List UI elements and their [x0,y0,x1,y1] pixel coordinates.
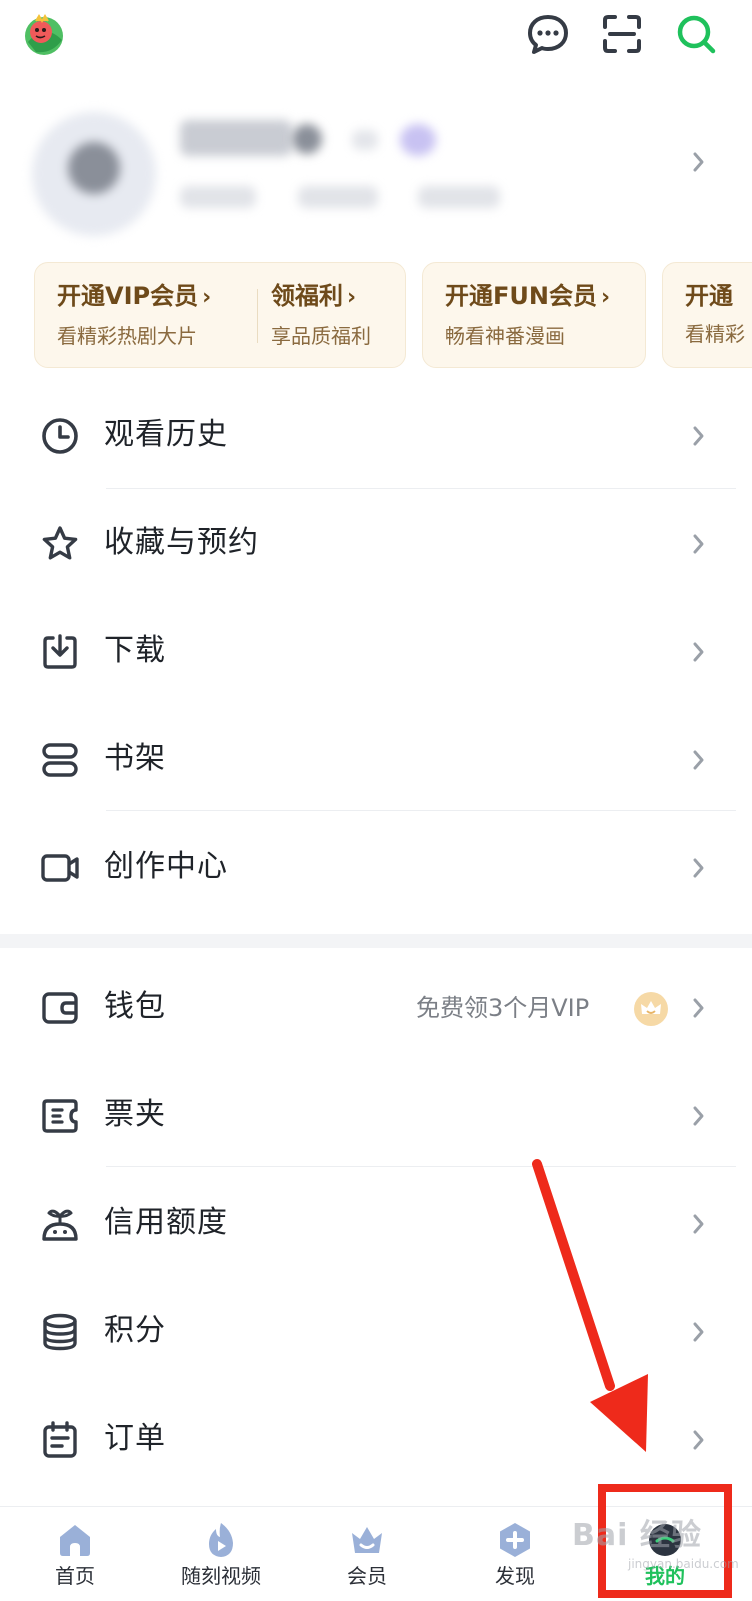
plus-icon [496,1521,534,1559]
nav-tab-vip[interactable]: 会员 [292,1507,442,1601]
stat-blurred-2 [298,186,378,208]
stat-blurred-3 [418,186,500,208]
chevron-right-icon [692,746,706,774]
chevron-right-icon [692,1210,706,1238]
annotation-highlight-box [598,1484,732,1598]
star-icon [40,524,80,564]
credit-icon [40,1204,80,1244]
menu-label-bookshelf: 书架 [104,741,166,776]
menu-label-creator: 创作中心 [104,849,228,884]
chevron-right-icon [692,422,706,450]
clock-icon [40,416,80,456]
app-logo[interactable] [22,12,66,56]
profile-chevron-icon [692,148,706,180]
chevron-right-icon: › [600,285,611,310]
menu-item-orders[interactable]: 订单 [0,1386,752,1494]
menu-item-creator[interactable]: 创作中心 [0,814,752,922]
menu-item-history[interactable]: 观看历史 [0,382,752,490]
chevron-right-icon [692,994,706,1022]
chevron-right-icon [692,1318,706,1346]
crown-icon [634,992,668,1026]
crown-nav-icon [348,1521,386,1559]
welfare-button[interactable]: 领福利 › 享品质福利 [271,279,371,351]
top-bar [0,0,752,80]
search-icon[interactable] [674,12,718,56]
menu-item-tickets[interactable]: 票夹 [0,1062,752,1170]
gender-badge-blurred [352,130,378,150]
coins-icon [40,1312,80,1352]
section-separator [0,934,752,948]
nav-tab-shorts[interactable]: 随刻视频 [146,1507,296,1601]
menu-item-credit[interactable]: 信用额度 [0,1170,752,1278]
vip-card-main: 开通VIP会员 › 看精彩热剧大片 领福利 › 享品质福利 [34,262,406,368]
nav-tab-discover[interactable]: 发现 [440,1507,590,1601]
welfare-subtitle: 享品质福利 [271,324,371,348]
vip-open-subtitle: 看精彩热剧大片 [57,324,197,348]
menu-label-points: 积分 [104,1313,166,1348]
vip-open-title: 开通VIP会员 [57,282,199,310]
menu-label-tickets: 票夹 [104,1097,166,1132]
chevron-right-icon [692,638,706,666]
partial-card-subtitle: 看精彩 [685,322,745,346]
chevron-right-icon [692,1426,706,1454]
wallet-icon [40,988,80,1028]
order-icon [40,1420,80,1460]
message-icon[interactable] [526,12,570,56]
fun-card[interactable]: 开通FUN会员 › 畅看神番漫画 [422,262,646,368]
fun-subtitle: 畅看神番漫画 [445,324,565,348]
chevron-right-icon: › [347,285,357,310]
vip-badge-blurred [400,124,436,156]
menu-label-download: 下载 [104,633,166,668]
chevron-right-icon [692,854,706,882]
nav-label-vip: 会员 [347,1564,387,1588]
welfare-title: 领福利 [271,282,343,310]
menu-item-points[interactable]: 积分 [0,1278,752,1386]
menu-label-wallet: 钱包 [104,989,166,1024]
menu-label-credit: 信用额度 [104,1205,228,1240]
partial-card-title: 开通 [685,282,733,310]
vip-open-button[interactable]: 开通VIP会员 › 看精彩热剧大片 [57,279,211,351]
divider [106,1166,736,1167]
chevron-right-icon: › [202,285,212,310]
menu-item-favorites[interactable]: 收藏与预约 [0,490,752,598]
nav-label-shorts: 随刻视频 [181,1564,261,1588]
stat-blurred-1 [180,186,256,208]
profile-header[interactable] [0,100,752,240]
level-badge-blurred [292,124,322,154]
vip-card-strip: 开通VIP会员 › 看精彩热剧大片 领福利 › 享品质福利 开通FUN会员 › 畅看神… [0,262,752,370]
wallet-promo-text: 免费领3个月VIP [416,994,590,1022]
menu-item-download[interactable]: 下载 [0,598,752,706]
chevron-right-icon [692,530,706,558]
menu-label-favorites: 收藏与预约 [104,525,259,560]
vip-divider [257,289,258,343]
scan-icon[interactable] [600,12,644,56]
nav-tab-home[interactable]: 首页 [0,1507,150,1601]
download-icon [40,632,80,672]
menu-item-bookshelf[interactable]: 书架 [0,706,752,814]
flame-icon [202,1521,240,1559]
divider [106,810,736,811]
avatar[interactable] [32,112,156,236]
menu-label-orders: 订单 [104,1421,166,1456]
video-camera-icon [40,848,80,888]
menu-item-wallet[interactable]: 钱包 免费领3个月VIP [0,954,752,1062]
bookshelf-icon [40,740,80,780]
fun-title: 开通FUN会员 [445,282,597,310]
ticket-icon [40,1096,80,1136]
divider [106,488,736,489]
nav-label-home: 首页 [55,1564,95,1588]
nav-label-discover: 发现 [495,1564,535,1588]
vip-card-partial[interactable]: 开通 看精彩 [662,262,752,368]
chevron-right-icon [692,1102,706,1130]
username-blurred [180,120,292,156]
menu-label-history: 观看历史 [104,417,228,452]
home-icon [56,1521,94,1559]
